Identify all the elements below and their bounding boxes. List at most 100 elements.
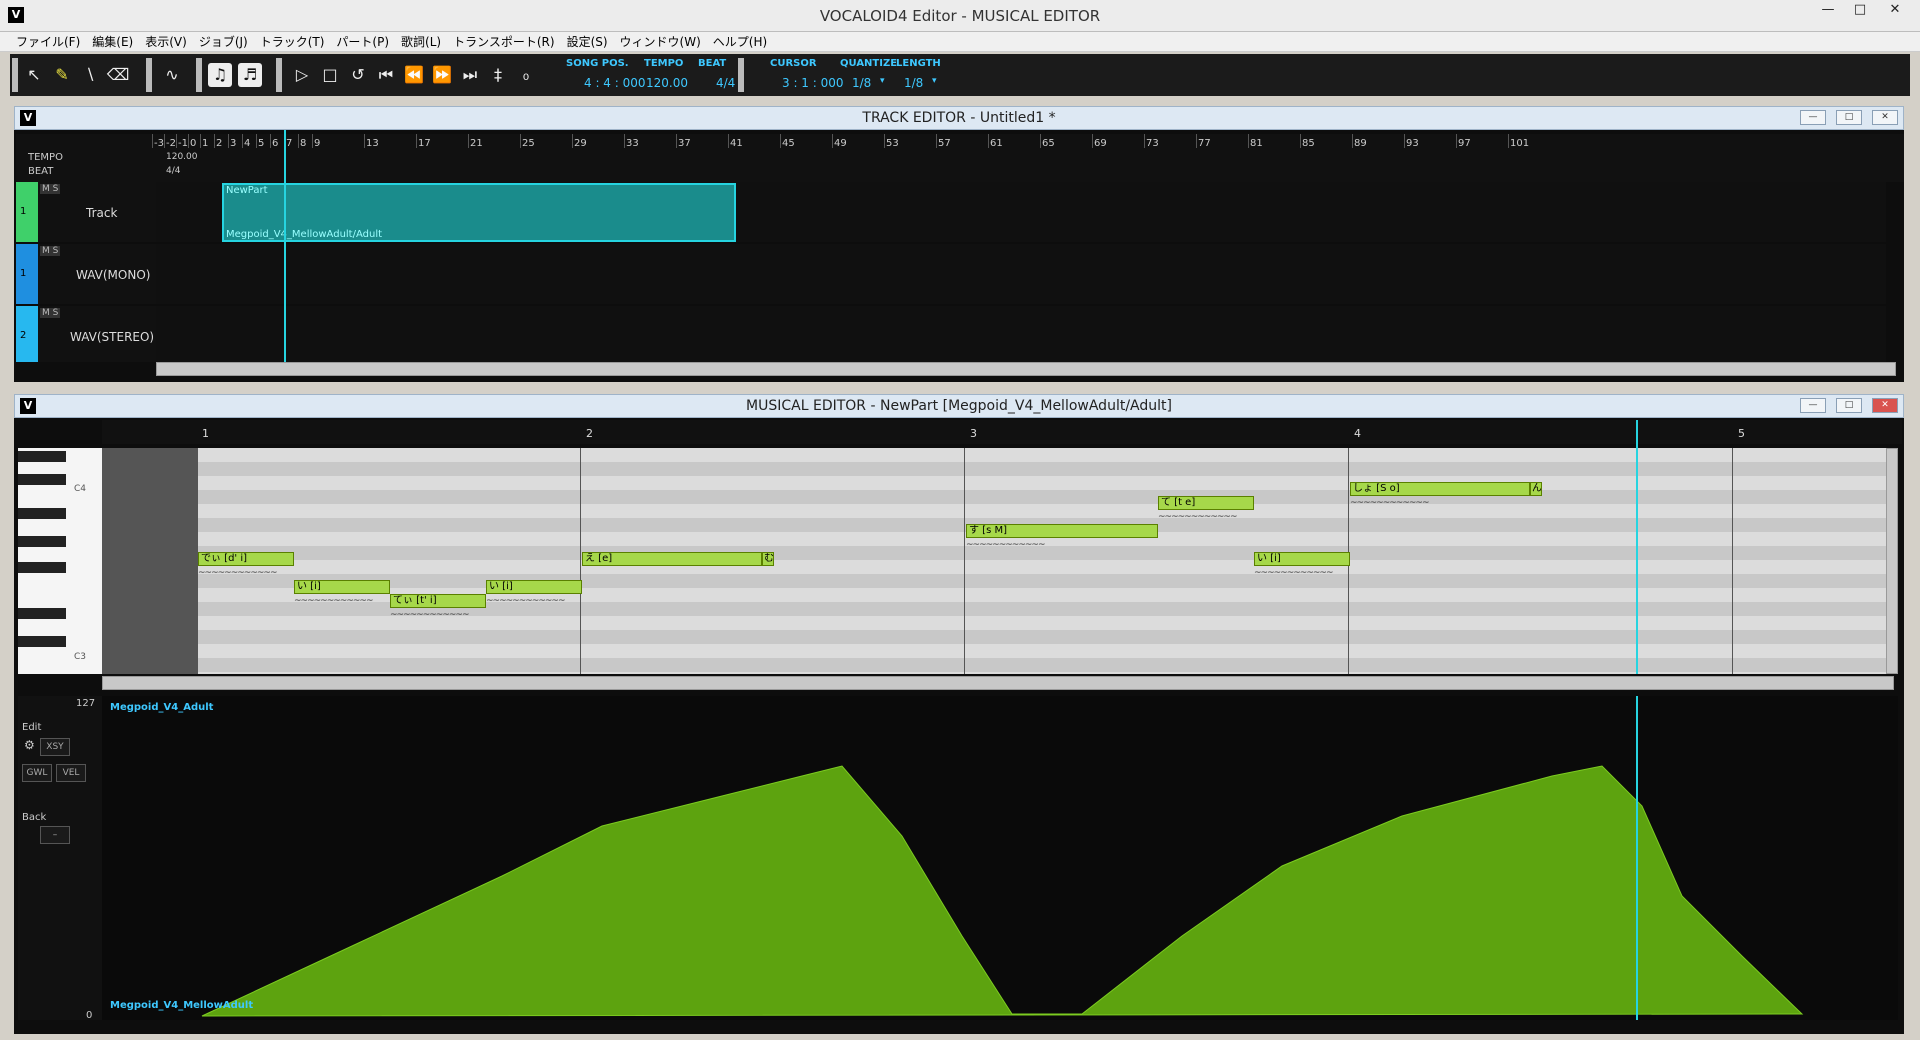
vel-button[interactable]: VEL [56, 764, 86, 782]
parameter-select[interactable]: XSY [40, 738, 70, 756]
close-icon[interactable]: ✕ [1878, 0, 1912, 20]
bar-ruler[interactable] [102, 420, 1902, 444]
menu-job[interactable]: ジョブ(J) [193, 32, 254, 51]
piano-black-key[interactable] [18, 474, 66, 485]
piano-black-key[interactable] [18, 636, 66, 647]
menu-help[interactable]: ヘルプ(H) [707, 32, 773, 51]
length-dropdown-icon[interactable]: ▾ [932, 76, 937, 86]
note[interactable]: い [i] [1254, 552, 1350, 566]
menu-file[interactable]: ファイル(F) [10, 32, 86, 51]
panel-minimize-icon[interactable]: — [1800, 398, 1826, 413]
eraser-tool-icon[interactable]: ⌫ [106, 63, 130, 87]
song-pos-value[interactable]: 4 : 4 : 000 [584, 76, 646, 90]
vocalonoid-icon[interactable]: ♬ [238, 63, 262, 87]
toolbar-grip[interactable] [12, 58, 18, 92]
piano-roll-grid[interactable] [198, 448, 1886, 674]
menu-part[interactable]: パート(P) [330, 32, 395, 51]
toolbar: ↖ ✎ ∖ ⌫ ∿ ♫ ♬ ▷ □ ↺ ⏮ ⏪ ⏩ ⏭ ‡ ₀ SONG POS… [10, 54, 1910, 96]
piano-black-key[interactable] [18, 608, 66, 619]
track-playhead[interactable] [284, 130, 286, 362]
vibrato: ~~~~~~~~~~~~ [294, 596, 374, 606]
menu-track[interactable]: トラック(T) [254, 32, 331, 51]
control-track-area[interactable]: Megpoid_V4_Adult Megpoid_V4_MellowAdult [102, 696, 1898, 1020]
loop-icon[interactable]: ↺ [346, 63, 370, 87]
panel-restore-icon[interactable]: □ [1836, 398, 1862, 413]
timeline-tick [780, 134, 781, 148]
menu-window[interactable]: ウィンドウ(W) [614, 32, 707, 51]
tempo-value[interactable]: 120.00 [646, 76, 688, 90]
menu-settings[interactable]: 設定(S) [561, 32, 614, 51]
note[interactable]: てぃ [t' i] [390, 594, 486, 608]
piano-black-key[interactable] [18, 451, 66, 462]
stop-icon[interactable]: □ [318, 63, 342, 87]
bar-number: 3 [970, 427, 977, 440]
menu-lyrics[interactable]: 歌詞(L) [395, 32, 447, 51]
maximize-icon[interactable]: □ [1844, 0, 1876, 20]
piano-black-key[interactable] [18, 536, 66, 547]
musical-playhead[interactable] [1636, 420, 1638, 674]
note[interactable]: い [i] [486, 580, 582, 594]
vibrato: ~~~~~~~~~~~~ [1158, 512, 1238, 522]
note[interactable]: え [e] [582, 552, 762, 566]
play-icon[interactable]: ▷ [290, 63, 314, 87]
vocal-part[interactable]: NewPart Megpoid_V4_MellowAdult/Adult [222, 183, 736, 242]
track-timeline[interactable]: -3 -2 -1 0 1 2 3 4 5 6 7 8 9 13 17 21 25 29 33 37 41 45 49 53 57… [142, 134, 1904, 182]
timeline-number: 49 [834, 138, 847, 149]
length-select[interactable]: 1/8 [904, 76, 923, 90]
draw-curve-icon[interactable]: ∿ [160, 63, 184, 87]
timeline-tick [164, 134, 165, 148]
minimize-icon[interactable]: — [1812, 0, 1844, 20]
arrow-tool-icon[interactable]: ↖ [22, 63, 46, 87]
count-in-icon[interactable]: ₀ [514, 63, 538, 87]
track-lane-3[interactable] [156, 306, 1886, 362]
gwl-button[interactable]: GWL [22, 764, 52, 782]
note[interactable]: でぃ [d' i] [198, 552, 294, 566]
mute-solo-buttons-3[interactable]: M S [40, 308, 61, 318]
piano-black-key[interactable] [18, 508, 66, 519]
menu-view[interactable]: 表示(V) [139, 32, 193, 51]
vocalistener-icon[interactable]: ♫ [208, 63, 232, 87]
rewind-icon[interactable]: ⏪ [402, 63, 426, 87]
panel-restore-icon[interactable]: □ [1836, 110, 1862, 125]
note[interactable]: しょ [S o] [1350, 482, 1530, 496]
note[interactable]: む [762, 552, 774, 566]
timeline-number: 0 [190, 138, 197, 149]
fast-forward-icon[interactable]: ⏩ [430, 63, 454, 87]
note[interactable]: て [t e] [1158, 496, 1254, 510]
menu-edit[interactable]: 編集(E) [86, 32, 139, 51]
bar-number: 1 [202, 427, 209, 440]
piano-black-key[interactable] [18, 562, 66, 573]
note[interactable]: い [i] [294, 580, 390, 594]
line-tool-icon[interactable]: ∖ [78, 63, 102, 87]
note[interactable]: す [s M] [966, 524, 1158, 538]
timeline-number: 73 [1146, 138, 1159, 149]
note[interactable]: ん [1530, 482, 1542, 496]
metronome-icon[interactable]: ‡ [486, 63, 510, 87]
go-to-start-icon[interactable]: ⏮ [374, 63, 398, 87]
musical-horizontal-scrollbar[interactable] [102, 676, 1894, 690]
timeline-number: -2 [166, 138, 176, 149]
musical-vertical-scrollbar[interactable] [1886, 448, 1898, 674]
track-lane-2[interactable] [156, 244, 1886, 304]
track-name-3[interactable]: WAV(STEREO) [70, 330, 154, 344]
menu-transport[interactable]: トランスポート(R) [447, 32, 560, 51]
beat-value[interactable]: 4/4 [716, 76, 735, 90]
track-name-1[interactable]: Track [86, 206, 117, 220]
timeline-tick [520, 134, 521, 148]
timeline-number: 5 [258, 138, 265, 149]
track-horizontal-scrollbar[interactable] [156, 362, 1896, 376]
gear-icon[interactable]: ⚙ [24, 738, 35, 752]
mute-solo-buttons-1[interactable]: M S [40, 184, 61, 194]
track-name-2[interactable]: WAV(MONO) [76, 268, 150, 282]
back-select[interactable]: – [40, 826, 70, 844]
panel-close-icon[interactable]: ✕ [1872, 398, 1898, 413]
panel-minimize-icon[interactable]: — [1800, 110, 1826, 125]
quantize-dropdown-icon[interactable]: ▾ [880, 76, 885, 86]
panel-close-icon[interactable]: ✕ [1872, 110, 1898, 125]
timeline-number: 17 [418, 138, 431, 149]
mute-solo-buttons-2[interactable]: M S [40, 246, 61, 256]
pencil-tool-icon[interactable]: ✎ [50, 63, 74, 87]
go-to-end-icon[interactable]: ⏭ [458, 63, 482, 87]
timeline-tick [1352, 134, 1353, 148]
quantize-select[interactable]: 1/8 [852, 76, 871, 90]
